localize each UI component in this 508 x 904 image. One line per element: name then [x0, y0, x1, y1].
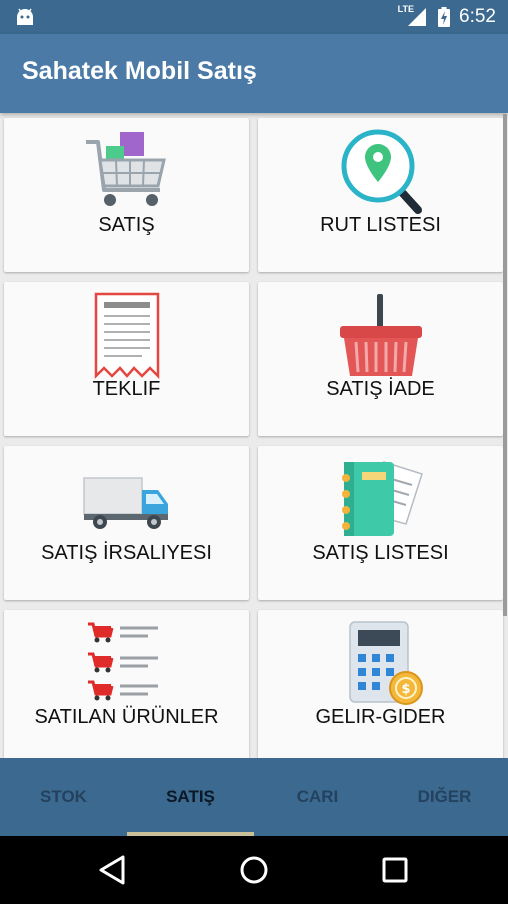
navigation-bar: [0, 836, 508, 904]
svg-text:$: $: [401, 682, 410, 697]
map-pin-search-icon: [341, 129, 422, 214]
menu-tile-gelir-gider[interactable]: $ GELIR-GIDER: [258, 610, 503, 758]
menu-tile-satis[interactable]: SATIŞ: [4, 118, 249, 272]
cart-list-icon: [87, 622, 158, 701]
back-icon[interactable]: [95, 852, 131, 888]
notebook-icon: [341, 461, 423, 536]
status-bar: LTE 6:52: [0, 0, 508, 34]
signal-icon: [408, 8, 426, 26]
clock: 6:52: [459, 6, 496, 27]
bottom-tab-bar: STOK SATIŞ CARI DIĞER: [0, 758, 508, 836]
receipt-icon: [94, 292, 159, 380]
menu-tile-satis-irsaliyesi[interactable]: SATIŞ İRSALIYESI: [4, 446, 249, 600]
home-icon[interactable]: [236, 852, 272, 888]
menu-tile-teklif[interactable]: TEKLIF: [4, 282, 249, 436]
menu-tile-label: SATIŞ İADE: [326, 378, 435, 400]
tab-diger[interactable]: DIĞER: [381, 758, 508, 836]
app-bar: Sahatek Mobil Satış: [0, 34, 508, 113]
menu-tile-satis-iade[interactable]: SATIŞ İADE: [258, 282, 503, 436]
calculator-coin-icon: $: [348, 621, 423, 705]
menu-tile-rut-listesi[interactable]: RUT LISTESI: [258, 118, 503, 272]
menu-tile-label: SATILAN ÜRÜNLER: [34, 706, 219, 728]
shopping-cart-icon: [85, 132, 166, 206]
menu-tile-label: SATIŞ İRSALIYESI: [41, 542, 212, 564]
tab-stok[interactable]: STOK: [0, 758, 127, 836]
android-icon: [17, 8, 33, 25]
scrollbar[interactable]: [503, 114, 507, 616]
battery-charging-icon: [438, 7, 450, 27]
menu-tile-label: RUT LISTESI: [320, 214, 441, 236]
menu-tile-label: SATIŞ: [98, 214, 155, 236]
recents-icon[interactable]: [377, 852, 413, 888]
tab-cari[interactable]: CARI: [254, 758, 381, 836]
menu-tile-label: SATIŞ LISTESI: [312, 542, 449, 564]
app-title: Sahatek Mobil Satış: [22, 57, 257, 85]
menu-tile-label: TEKLIF: [92, 378, 161, 400]
delivery-truck-icon: [82, 477, 168, 529]
menu-tile-satilan-urunler[interactable]: SATILAN ÜRÜNLER: [4, 610, 249, 758]
basket-icon: [339, 294, 422, 376]
menu-tile-satis-listesi[interactable]: SATIŞ LISTESI: [258, 446, 503, 600]
tab-satis[interactable]: SATIŞ: [127, 758, 254, 836]
menu-grid: SATIŞ RUT LISTESI TEKLIF SATIŞ İADE SATI…: [0, 114, 508, 758]
menu-tile-label: GELIR-GIDER: [315, 706, 446, 728]
